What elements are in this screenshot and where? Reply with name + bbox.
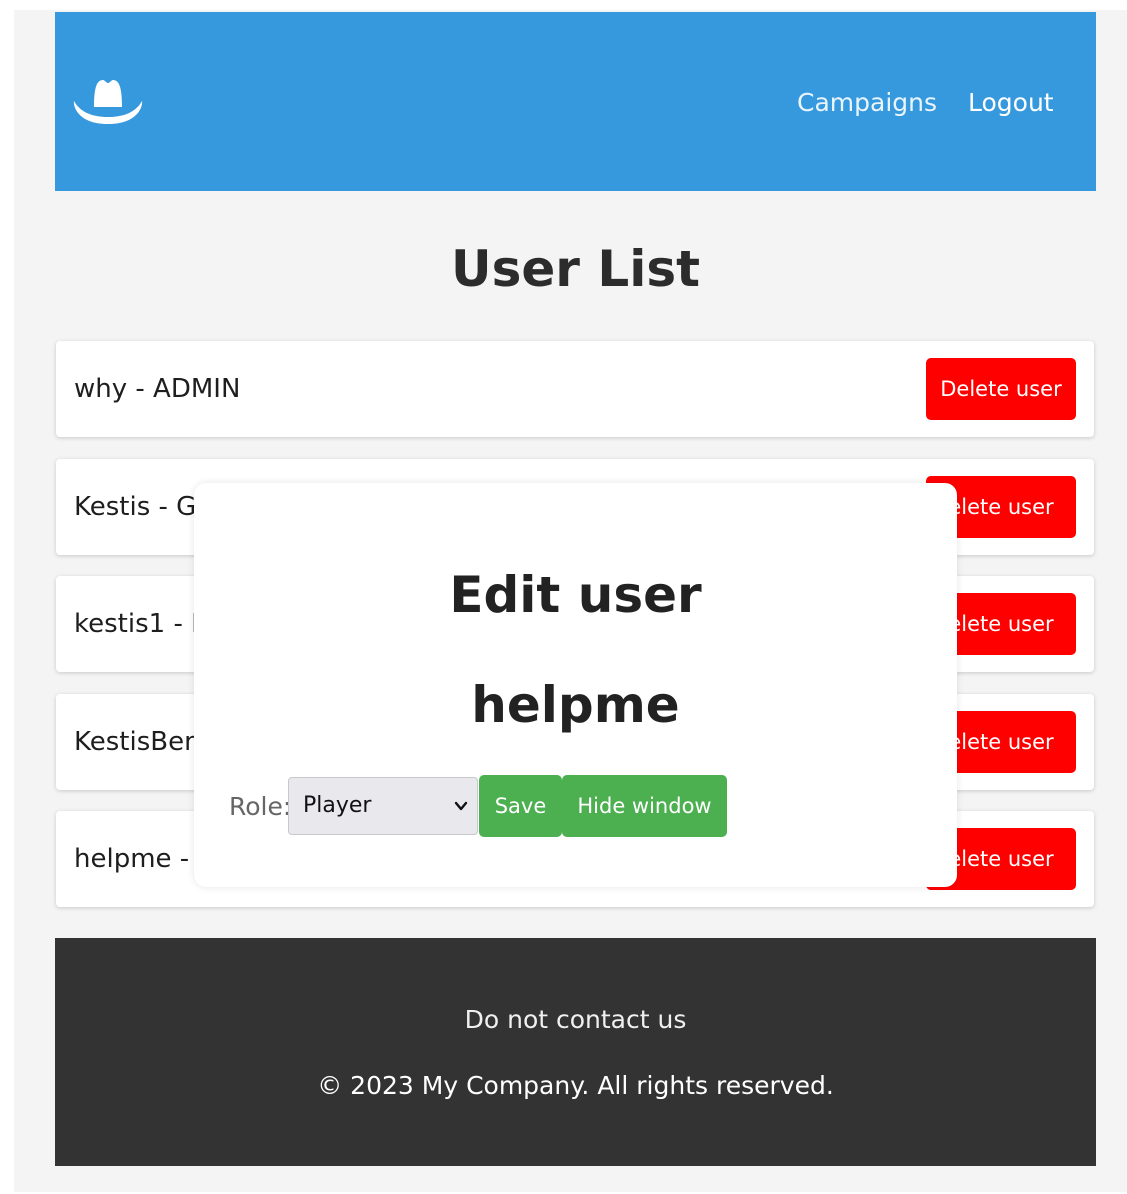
role-label: Role: xyxy=(229,792,292,821)
modal-username: helpme xyxy=(471,676,680,734)
edit-user-modal: Edit user helpme Role: Player Save Hide … xyxy=(194,483,957,887)
page-title: User List xyxy=(451,240,700,298)
site-footer: Do not contact us © 2023 My Company. All… xyxy=(55,938,1096,1166)
nav-link-logout[interactable]: Logout xyxy=(968,88,1054,118)
cowboy-hat-icon[interactable] xyxy=(72,76,144,128)
nav-link-campaigns[interactable]: Campaigns xyxy=(797,88,937,118)
footer-copyright: © 2023 My Company. All rights reserved. xyxy=(317,1071,834,1100)
hide-window-button[interactable]: Hide window xyxy=(562,775,727,837)
role-select[interactable]: Player xyxy=(288,777,478,835)
chevron-down-icon xyxy=(454,801,468,811)
user-label: kestis1 - P xyxy=(74,609,207,639)
list-item: why - ADMIN Delete user xyxy=(56,341,1094,437)
modal-title: Edit user xyxy=(449,566,702,624)
save-button[interactable]: Save xyxy=(479,775,562,837)
user-label: helpme - xyxy=(74,844,190,874)
role-select-value: Player xyxy=(303,793,372,818)
delete-user-button[interactable]: Delete user xyxy=(926,358,1076,420)
site-header: Campaigns Logout xyxy=(55,12,1096,191)
footer-contact-text: Do not contact us xyxy=(464,1005,687,1034)
user-label: why - ADMIN xyxy=(74,374,241,404)
